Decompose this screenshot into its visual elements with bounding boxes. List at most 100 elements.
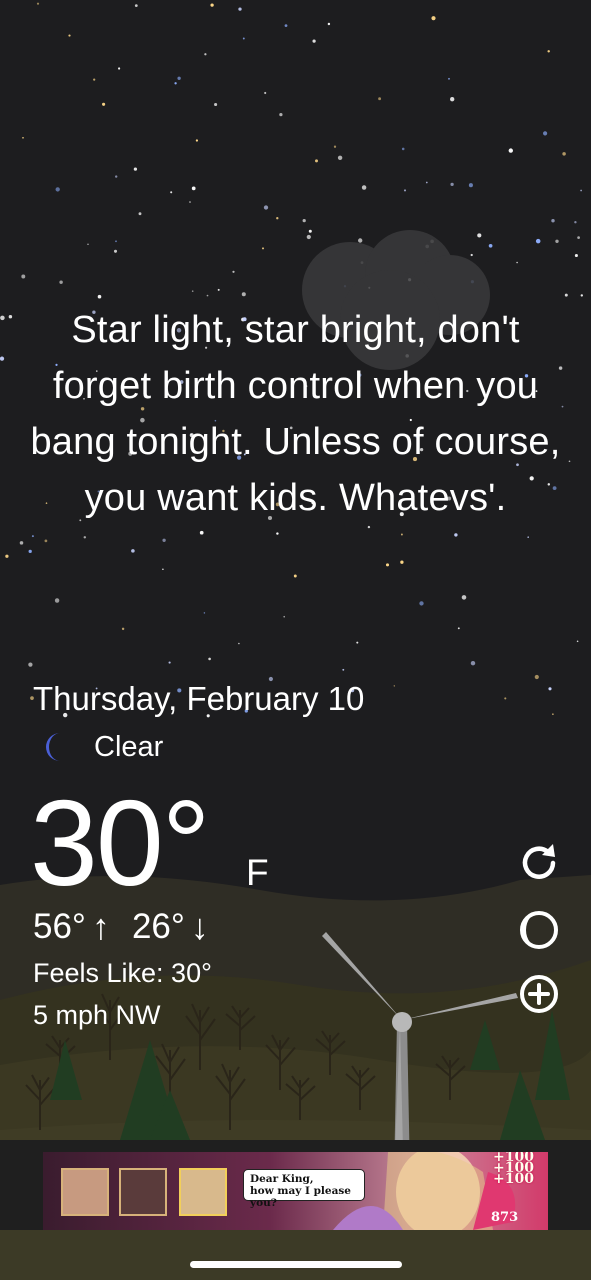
temperature-unit: F [246, 852, 269, 893]
wind-info: 5 mph NW [33, 1000, 161, 1030]
star [113, 249, 118, 253]
up-arrow-icon: ↑ [91, 906, 110, 947]
star [5, 554, 9, 558]
star [170, 191, 173, 194]
star [448, 77, 450, 80]
ad-bubble-line-1: Dear King, [250, 1173, 314, 1185]
star [22, 136, 24, 139]
star [315, 159, 318, 163]
ad-bubble-line-2: how may I please you? [250, 1185, 351, 1209]
weather-condition: Clear [38, 730, 163, 764]
star [174, 82, 177, 85]
star [210, 3, 214, 7]
star [534, 674, 539, 680]
star [168, 661, 171, 664]
star [121, 627, 125, 631]
star [279, 112, 283, 117]
crescent-moon-icon [46, 733, 60, 761]
refresh-icon [522, 844, 556, 879]
star [555, 239, 559, 243]
star [580, 189, 582, 192]
star [308, 229, 312, 233]
star [162, 538, 166, 542]
temperature-value: 30° [30, 775, 210, 911]
star [574, 253, 578, 258]
star [204, 53, 207, 56]
down-arrow-icon: ↓ [190, 906, 209, 947]
star [548, 687, 552, 691]
star [232, 270, 235, 273]
star [306, 234, 311, 240]
star [461, 595, 467, 600]
star [115, 240, 117, 243]
star [54, 598, 60, 603]
weather-date: Thursday, February 10 [33, 680, 365, 717]
star [580, 294, 583, 297]
star [468, 183, 473, 188]
condition-label: Clear [94, 730, 164, 763]
moon-toggle-icon [520, 911, 558, 949]
star [115, 175, 118, 178]
star [401, 147, 405, 151]
star [425, 181, 428, 184]
star [28, 549, 32, 554]
ad-character-thumb-3 [179, 1168, 227, 1216]
star [361, 185, 367, 190]
star [191, 186, 196, 191]
star [356, 641, 359, 644]
star [118, 67, 121, 70]
star [527, 536, 529, 538]
star [470, 660, 476, 666]
star [400, 560, 404, 564]
refresh-button[interactable] [516, 840, 562, 886]
star [21, 274, 26, 279]
star [283, 615, 285, 618]
star [55, 187, 60, 192]
star [0, 315, 5, 321]
star [59, 280, 63, 284]
star [238, 7, 242, 11]
star [577, 236, 580, 239]
star [189, 201, 191, 203]
star [238, 642, 240, 645]
star [214, 102, 218, 107]
star [242, 37, 245, 40]
star [342, 668, 345, 671]
star [93, 78, 96, 81]
star [547, 50, 550, 53]
star [36, 2, 40, 5]
ad-character-thumb-2 [119, 1168, 167, 1216]
star [195, 139, 199, 142]
star [535, 238, 541, 244]
theme-toggle-button[interactable] [516, 907, 562, 953]
ad-banner[interactable]: Dear King, how may I please you? +100 +1… [43, 1152, 548, 1230]
star [333, 145, 337, 148]
star [302, 218, 306, 223]
star [28, 662, 33, 667]
star [217, 288, 220, 291]
star [543, 131, 548, 136]
home-indicator[interactable] [190, 1261, 402, 1268]
add-location-button[interactable] [516, 971, 562, 1017]
star [488, 243, 493, 248]
star [87, 243, 89, 245]
star [138, 212, 142, 216]
star [83, 536, 87, 539]
ad-character-thumb-1 [61, 1168, 109, 1216]
star [327, 22, 331, 26]
star [454, 533, 458, 537]
star [574, 221, 577, 224]
star [177, 76, 181, 80]
star [191, 290, 194, 292]
star [131, 549, 135, 553]
star [276, 532, 279, 535]
star [470, 253, 473, 257]
star [264, 91, 267, 95]
high-low: 56° ↑ 26° ↓ [33, 906, 209, 948]
star [162, 568, 164, 571]
star [19, 541, 24, 545]
ad-plus-3: +100 [493, 1171, 534, 1187]
star [261, 247, 265, 250]
ad-plus-badges: +100 +100 +100 [493, 1152, 534, 1187]
star [400, 533, 403, 536]
